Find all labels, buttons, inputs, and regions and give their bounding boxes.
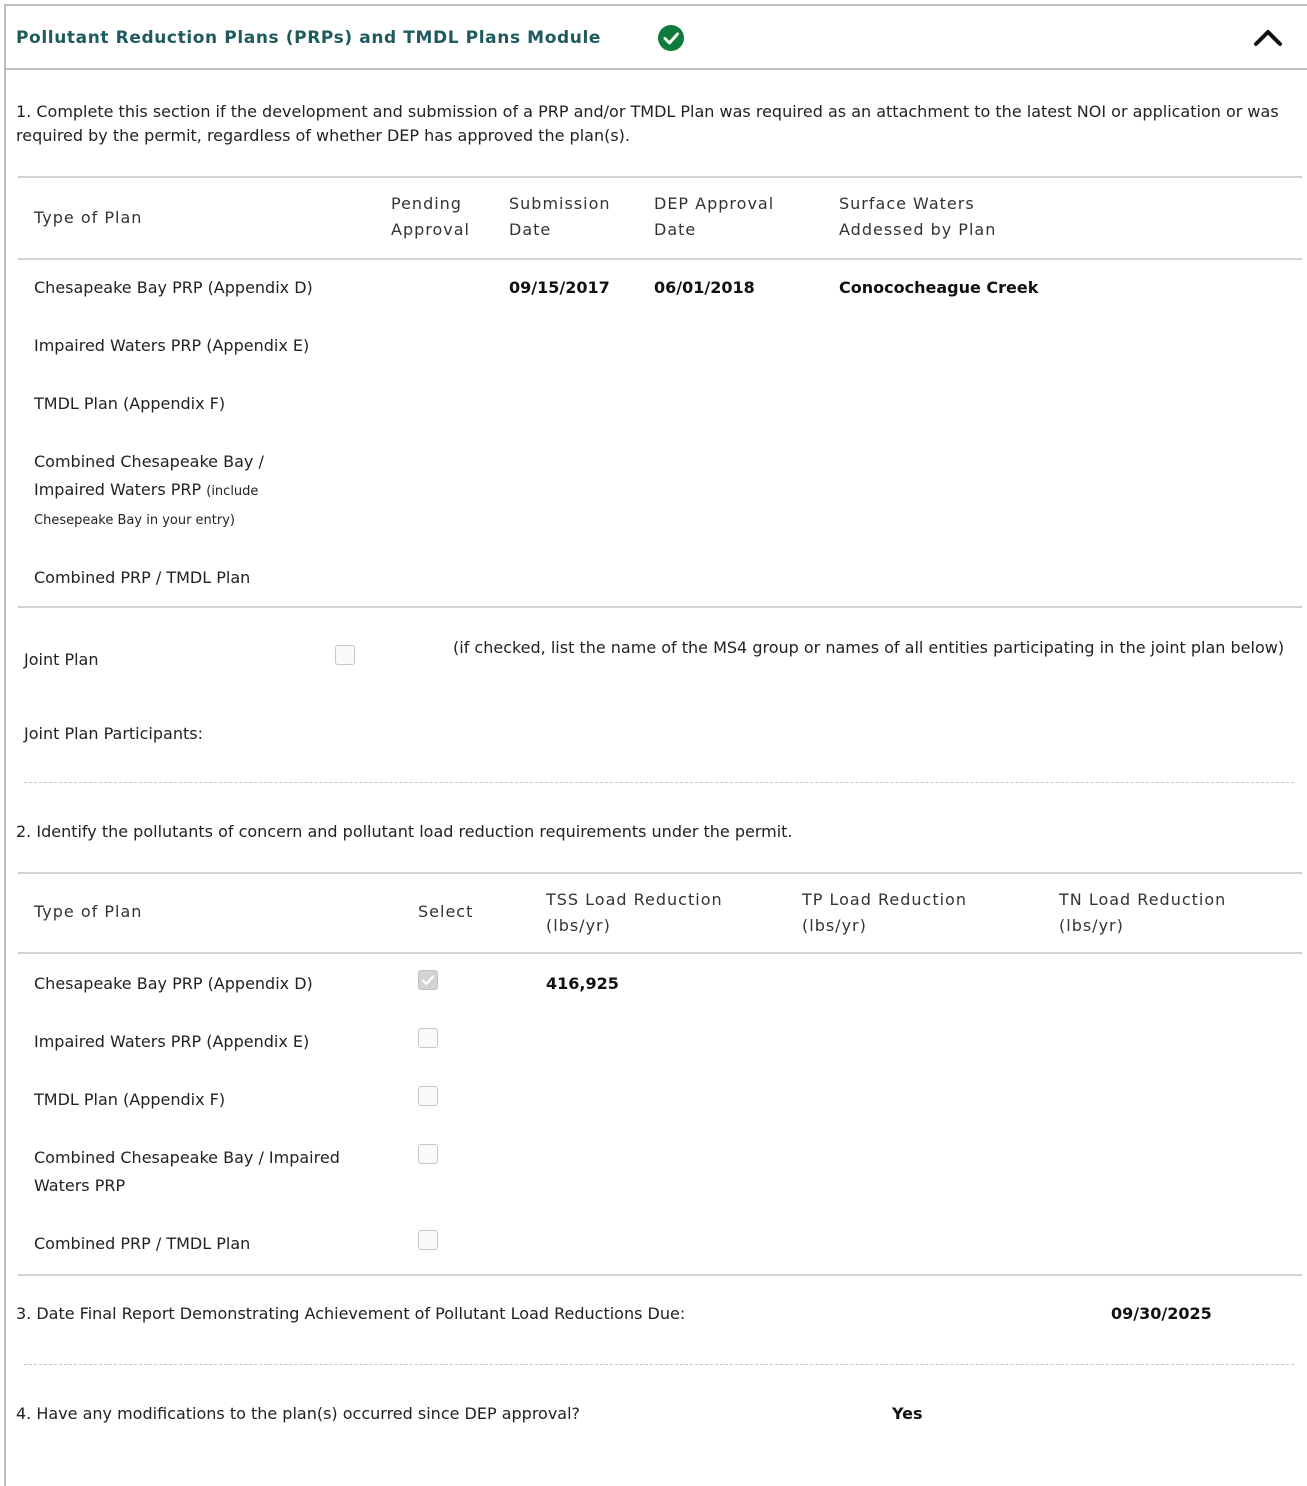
module-title: Pollutant Reduction Plans (PRPs) and TMD… [16, 28, 602, 48]
dashed-divider [24, 782, 1294, 783]
plan-row-type: Chesapeake Bay PRP (Appendix D) [34, 278, 313, 297]
select-checkbox[interactable] [418, 1028, 438, 1048]
col-surface-waters: Surface Waters Addessed by Plan [839, 194, 997, 239]
select-checkbox-checked[interactable] [418, 970, 438, 990]
divider [18, 952, 1302, 954]
divider [18, 1274, 1302, 1276]
modifications-question: 4. Have any modifications to the plan(s)… [16, 1404, 581, 1423]
select-checkbox[interactable] [418, 1144, 438, 1164]
dashed-divider [24, 1364, 1294, 1365]
check-circle-icon [658, 25, 684, 51]
col-submission-date: Submission Date [509, 194, 611, 239]
col-tn-load-reduction: TN Load Reduction (lbs/yr) [1059, 890, 1227, 935]
final-report-due-value: 09/30/2025 [1111, 1304, 1212, 1323]
section1-instruction: 1. Complete this section if the developm… [16, 102, 1279, 145]
col-tss-load-reduction: TSS Load Reduction (lbs/yr) [546, 890, 723, 935]
chevron-up-icon[interactable] [1250, 20, 1286, 56]
col-tp-load-reduction: TP Load Reduction (lbs/yr) [802, 890, 967, 935]
select-checkbox[interactable] [418, 1230, 438, 1250]
col-type-of-plan: Type of Plan [34, 208, 143, 227]
approval-date-value: 06/01/2018 [654, 278, 755, 297]
divider [18, 872, 1302, 874]
checkmark-icon [421, 975, 435, 986]
divider [18, 176, 1302, 178]
select-checkbox[interactable] [418, 1086, 438, 1106]
col-pending-approval: Pending Approval [391, 194, 470, 239]
col-dep-approval-date: DEP Approval Date [654, 194, 775, 239]
final-report-due-label: 3. Date Final Report Demonstrating Achie… [16, 1304, 686, 1323]
section2-instruction: 2. Identify the pollutants of concern an… [16, 822, 793, 841]
plan-row-note: (include [206, 484, 259, 499]
joint-plan-checkbox[interactable] [335, 645, 355, 665]
prp-tmdl-module-panel: Pollutant Reduction Plans (PRPs) and TMD… [4, 4, 1307, 1486]
plan-row-type: TMDL Plan (Appendix F) [34, 394, 226, 413]
plan-row-note-line2: Chesepeake Bay in your entry) [34, 513, 235, 528]
col-type-of-plan: Type of Plan [34, 902, 143, 921]
modifications-answer: Yes [892, 1404, 923, 1423]
load-row-type: Combined PRP / TMDL Plan [34, 1234, 251, 1253]
module-header[interactable]: Pollutant Reduction Plans (PRPs) and TMD… [6, 6, 1307, 70]
plan-row-type: Impaired Waters PRP (Appendix E) [34, 336, 310, 355]
load-row-type: Chesapeake Bay PRP (Appendix D) [34, 974, 313, 993]
load-row-type-line2: Waters PRP [34, 1176, 126, 1195]
divider [18, 258, 1302, 260]
divider [18, 606, 1302, 608]
plan-row-type: Combined PRP / TMDL Plan [34, 568, 251, 587]
col-select: Select [418, 902, 474, 921]
load-row-type: TMDL Plan (Appendix F) [34, 1090, 226, 1109]
plan-row-type-line1: Combined Chesapeake Bay / [34, 452, 264, 471]
surface-waters-value: Conococheague Creek [839, 278, 1039, 297]
joint-plan-label: Joint Plan [24, 650, 99, 669]
tss-value: 416,925 [546, 974, 619, 993]
joint-plan-participants-label: Joint Plan Participants: [24, 724, 203, 743]
load-row-type-line1: Combined Chesapeake Bay / Impaired [34, 1148, 340, 1167]
load-row-type: Impaired Waters PRP (Appendix E) [34, 1032, 310, 1051]
submission-date-value: 09/15/2017 [509, 278, 610, 297]
plan-row-type-line2: Impaired Waters PRP (include [34, 480, 259, 499]
joint-plan-hint: (if checked, list the name of the MS4 gr… [453, 638, 1285, 657]
